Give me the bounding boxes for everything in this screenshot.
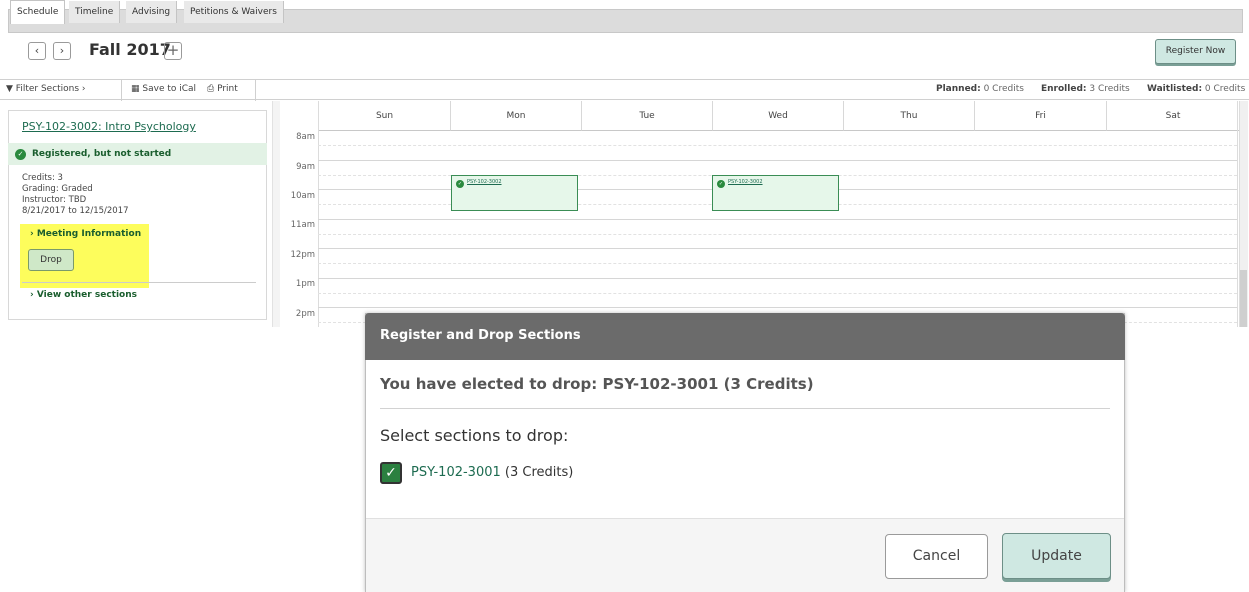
register-now-button[interactable]: Register Now bbox=[1155, 39, 1236, 64]
print-button[interactable]: ⎙ Print bbox=[207, 84, 238, 94]
enrolled-credits: Enrolled: 3 Credits bbox=[1041, 84, 1130, 94]
credits-text: Credits: 3 bbox=[22, 173, 63, 183]
grid-line bbox=[318, 278, 1237, 279]
dates-text: 8/21/2017 to 12/15/2017 bbox=[22, 206, 129, 216]
print-label: Print bbox=[217, 84, 238, 94]
tab-timeline[interactable]: Timeline bbox=[69, 1, 121, 23]
hour-label: 9am bbox=[296, 162, 315, 172]
planned-label: Planned: bbox=[936, 84, 981, 94]
toolbar: ▼ Filter Sections › ▦ Save to iCal ⎙ Pri… bbox=[0, 79, 1249, 101]
enrolled-value: 3 Credits bbox=[1089, 84, 1130, 94]
toolbar-divider bbox=[255, 80, 256, 101]
waitlisted-credits: Waitlisted: 0 Credits bbox=[1147, 84, 1245, 94]
calendar-scrollbar-thumb[interactable] bbox=[1240, 270, 1247, 327]
filter-icon: ▼ bbox=[6, 84, 13, 94]
toolbar-divider bbox=[121, 80, 122, 101]
drop-section-label[interactable]: PSY-102-3001 (3 Credits) bbox=[411, 465, 573, 480]
tab-schedule[interactable]: Schedule bbox=[10, 0, 66, 24]
section-credits: (3 Credits) bbox=[500, 465, 574, 480]
grid-line bbox=[318, 234, 1237, 235]
hour-label: 12pm bbox=[290, 250, 316, 260]
grid-line bbox=[318, 263, 1237, 264]
meeting-information-toggle[interactable]: › Meeting Information bbox=[30, 229, 141, 239]
tab-petitions-waivers[interactable]: Petitions & Waivers bbox=[184, 1, 284, 23]
dialog-subtitle: You have elected to drop: PSY-102-3001 (… bbox=[380, 375, 814, 393]
calendar-event-monday[interactable]: ✓ PSY-102-3002 bbox=[451, 175, 578, 211]
registration-status: Registered, but not started bbox=[8, 143, 267, 165]
add-term-button[interactable]: + bbox=[164, 42, 182, 60]
save-to-ical-label: Save to iCal bbox=[142, 84, 197, 94]
event-label: PSY-102-3002 bbox=[467, 179, 502, 185]
day-header: Mon bbox=[450, 101, 581, 131]
section-code: PSY-102-3001 bbox=[411, 465, 501, 480]
instructor-text: Instructor: TBD bbox=[22, 195, 87, 205]
day-header: Fri bbox=[974, 101, 1106, 131]
grid-line bbox=[318, 307, 1237, 308]
dialog-title: Register and Drop Sections bbox=[380, 328, 581, 343]
drop-button[interactable]: Drop bbox=[28, 249, 74, 271]
day-header: Wed bbox=[712, 101, 843, 131]
dialog-divider bbox=[380, 408, 1110, 409]
hour-label: 10am bbox=[290, 191, 315, 201]
waitlisted-value: 0 Credits bbox=[1204, 84, 1246, 94]
save-to-ical-button[interactable]: ▦ Save to iCal bbox=[131, 84, 196, 94]
card-divider bbox=[22, 282, 256, 283]
check-circle-icon: ✓ bbox=[717, 180, 725, 188]
check-circle-icon: ✓ bbox=[456, 180, 464, 188]
print-icon: ⎙ bbox=[207, 84, 215, 94]
calendar-event-wednesday[interactable]: ✓ PSY-102-3002 bbox=[712, 175, 839, 211]
day-header: Thu bbox=[843, 101, 974, 131]
grid-line bbox=[318, 248, 1237, 249]
grid-line bbox=[318, 293, 1237, 294]
course-title-link[interactable]: PSY-102-3002: Intro Psychology bbox=[22, 120, 196, 133]
enrolled-label: Enrolled: bbox=[1041, 84, 1087, 94]
grid-line bbox=[318, 145, 1237, 146]
app-root: Schedule Timeline Advising Petitions & W… bbox=[0, 0, 1249, 592]
day-header: Tue bbox=[581, 101, 712, 131]
grid-line bbox=[318, 160, 1237, 161]
event-label: PSY-102-3002 bbox=[728, 179, 763, 185]
term-title: Fall 2017 bbox=[89, 40, 171, 59]
planned-value: 0 Credits bbox=[983, 84, 1024, 94]
day-header: Sat bbox=[1106, 101, 1239, 131]
filter-sections-label: Filter Sections › bbox=[15, 84, 86, 94]
calendar-icon: ▦ bbox=[131, 84, 140, 94]
drop-section-checkbox[interactable]: ✓ bbox=[380, 462, 402, 484]
section-list-scrollbar[interactable] bbox=[272, 101, 280, 327]
grid-line bbox=[1237, 101, 1238, 327]
select-sections-heading: Select sections to drop: bbox=[380, 426, 569, 445]
waitlisted-label: Waitlisted: bbox=[1147, 84, 1203, 94]
hour-label: 11am bbox=[290, 220, 315, 230]
tab-advising[interactable]: Advising bbox=[126, 1, 178, 23]
planned-credits: Planned: 0 Credits bbox=[936, 84, 1024, 94]
grid-line bbox=[318, 219, 1237, 220]
previous-term-button[interactable]: ‹ bbox=[28, 42, 46, 60]
next-term-button[interactable]: › bbox=[53, 42, 71, 60]
filter-sections-button[interactable]: ▼ Filter Sections › bbox=[6, 84, 86, 94]
check-circle-icon: ✓ bbox=[15, 149, 26, 160]
hour-label: 8am bbox=[296, 132, 315, 142]
grading-text: Grading: Graded bbox=[22, 184, 93, 194]
hour-label: 2pm bbox=[295, 309, 315, 319]
view-other-sections-toggle[interactable]: › View other sections bbox=[30, 290, 137, 300]
day-header: Sun bbox=[318, 101, 450, 131]
cancel-button[interactable]: Cancel bbox=[885, 534, 988, 579]
hour-label: 1pm bbox=[295, 279, 315, 289]
update-button[interactable]: Update bbox=[1002, 533, 1111, 579]
